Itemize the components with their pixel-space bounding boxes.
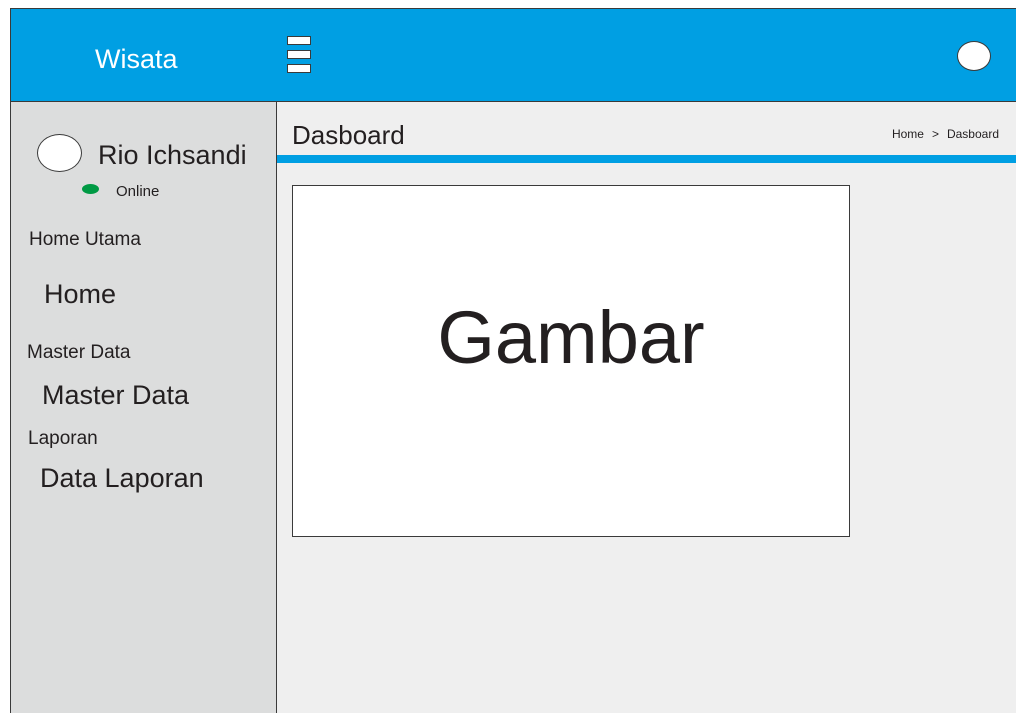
sidebar-item-data-laporan[interactable]: Data Laporan	[40, 463, 204, 494]
image-placeholder-label: Gambar	[437, 296, 705, 379]
avatar	[37, 134, 82, 172]
app-frame: Wisata Rio Ichsandi Online Home Utama Ho…	[10, 8, 1016, 713]
title-divider	[277, 155, 1016, 163]
sidebar-section-laporan: Laporan	[28, 428, 98, 449]
hamburger-icon[interactable]	[287, 36, 312, 74]
user-status: Online	[116, 183, 160, 200]
user-avatar-icon[interactable]	[957, 41, 991, 71]
sidebar: Rio Ichsandi Online Home Utama Home Mast…	[11, 102, 277, 713]
sidebar-item-home[interactable]: Home	[44, 279, 116, 310]
main-content: Dasboard Home > Dasboard Gambar	[277, 102, 1016, 713]
brand-logo[interactable]: Wisata	[95, 45, 178, 73]
sidebar-item-master-data[interactable]: Master Data	[42, 380, 189, 411]
sidebar-section-home-utama: Home Utama	[29, 229, 141, 250]
breadcrumb-current: Dasboard	[946, 127, 999, 141]
top-navbar: Wisata	[11, 9, 1016, 102]
hamburger-bar	[287, 36, 311, 45]
breadcrumb-home-link[interactable]: Home	[892, 127, 924, 141]
sidebar-section-master-data: Master Data	[27, 342, 131, 363]
breadcrumb-separator: >	[931, 127, 939, 141]
page-title: Dasboard	[292, 120, 405, 150]
online-status-dot-icon	[82, 184, 99, 194]
breadcrumb: Home > Dasboard	[892, 127, 999, 141]
image-placeholder: Gambar	[292, 185, 850, 537]
user-name: Rio Ichsandi	[98, 140, 247, 170]
hamburger-bar	[287, 50, 311, 59]
hamburger-bar	[287, 64, 311, 73]
